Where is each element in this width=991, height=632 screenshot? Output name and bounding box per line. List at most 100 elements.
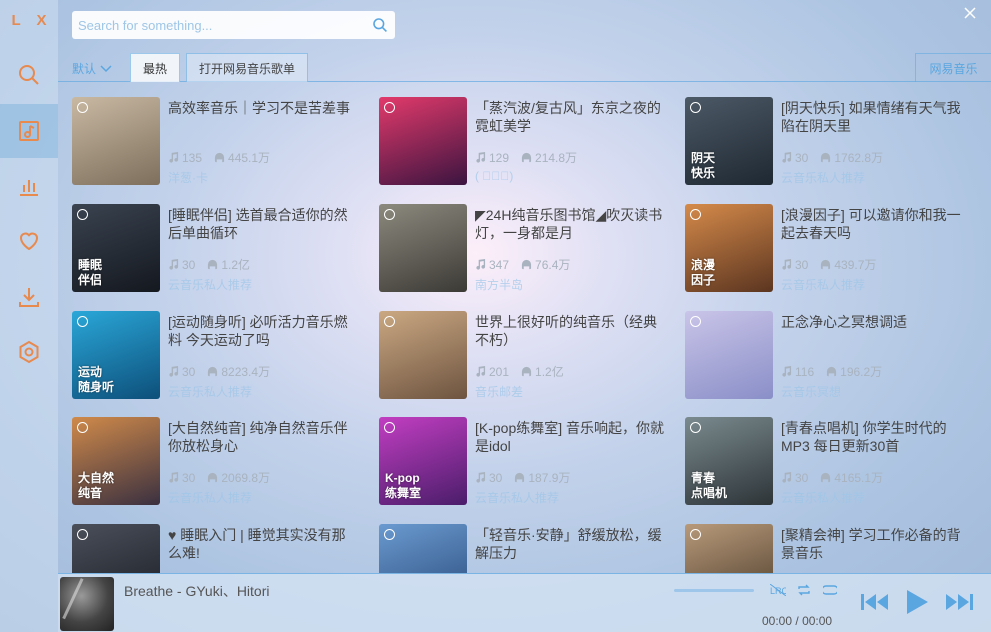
now-playing-cover[interactable]	[60, 577, 114, 631]
nav-songlist[interactable]	[0, 104, 58, 158]
tab-hot[interactable]: 最热	[130, 53, 181, 82]
repeat-mode-button[interactable]	[796, 583, 812, 597]
play-button[interactable]	[904, 588, 930, 621]
playlist-author[interactable]: 洋葱·卡	[168, 169, 208, 186]
playlist-title[interactable]: [浪漫因子] 可以邀请你和我一起去春天吗	[781, 206, 971, 242]
nav-download[interactable]	[0, 270, 58, 324]
playlist-cover[interactable]: K-pop 练舞室	[379, 417, 467, 505]
next-button[interactable]	[944, 591, 974, 618]
search-icon	[373, 18, 387, 32]
song-count-value: 347	[489, 257, 510, 272]
playlist-author[interactable]: 云音乐私人推荐	[781, 489, 865, 506]
playlist-cover[interactable]: 运动 随身听	[72, 311, 160, 399]
netease-logo-icon	[690, 102, 701, 113]
playlist-cover[interactable]	[379, 97, 467, 185]
playlist-card[interactable]: [聚精会神] 学习工作必备的背景音乐	[685, 524, 975, 573]
playlist-card[interactable]: 高效率音乐｜学习不是苦差事 135 445.1万 洋葱·卡	[72, 97, 362, 185]
playlist-cover[interactable]	[72, 524, 160, 573]
search-input[interactable]	[72, 17, 365, 33]
playlist-title[interactable]: [K-pop练舞室] 音乐响起，你就是idol	[475, 419, 665, 455]
song-count-value: 30	[795, 150, 809, 165]
playlist-card[interactable]: 睡眠 伴侣 [睡眠伴侣] 选首最合适你的然后单曲循环 30 1.2亿 云音乐私人推…	[72, 204, 362, 292]
playlist-card[interactable]: 大自然 纯音 [大自然纯音] 纯净自然音乐伴你放松身心 30 2069.8万 云音…	[72, 417, 362, 505]
playlist-title[interactable]: ◤24H纯音乐图书馆◢吹灭读书灯，一身都是月	[475, 206, 665, 242]
playlist-cover[interactable]	[379, 311, 467, 399]
source-tab[interactable]: 网易音乐	[915, 53, 991, 82]
playlist-title[interactable]: 世界上很好听的纯音乐（经典不朽）	[475, 313, 665, 349]
playlist-author[interactable]: 云音乐私人推荐	[781, 276, 865, 293]
song-count: 129	[475, 149, 509, 166]
playlist-title[interactable]: ♥ 睡眠入门 | 睡觉其实没有那么难!	[168, 526, 358, 562]
playlist-cover[interactable]	[72, 97, 160, 185]
sort-select[interactable]: 默认	[72, 60, 112, 77]
playlist-card[interactable]: ♥ 睡眠入门 | 睡觉其实没有那么难!	[72, 524, 362, 573]
playlist-card[interactable]: 青春 点唱机 [青春点唱机] 你学生时代的MP3 每日更新30首 30 4165.…	[685, 417, 975, 505]
time-current: 00:00	[762, 614, 793, 628]
playlist-author[interactable]: 云音乐私人推荐	[781, 169, 865, 186]
playlist-card[interactable]: 浪漫 因子 [浪漫因子] 可以邀请你和我一起去春天吗 30 439.7万 云音乐私…	[685, 204, 975, 292]
tab-open-playlist[interactable]: 打开网易音乐歌单	[186, 53, 309, 82]
cover-text: 睡眠 伴侣	[78, 258, 103, 287]
playlist-cover[interactable]	[379, 204, 467, 292]
playlist-card[interactable]: K-pop 练舞室 [K-pop练舞室] 音乐响起，你就是idol 30 187.…	[379, 417, 669, 505]
playlist-cover[interactable]	[379, 524, 467, 573]
netease-logo-icon	[77, 102, 88, 113]
cover-text: 阴天 快乐	[691, 151, 716, 180]
playlist-author[interactable]: 云音乐私人推荐	[475, 489, 559, 506]
nav-favorites[interactable]	[0, 214, 58, 268]
sort-label: 默认	[72, 62, 97, 76]
playlist-card[interactable]: 「轻音乐·安静」舒缓放松，缓解压力	[379, 524, 669, 573]
playlist-cover[interactable]: 睡眠 伴侣	[72, 204, 160, 292]
playlist-cover[interactable]: 浪漫 因子	[685, 204, 773, 292]
playlist-cover[interactable]	[685, 311, 773, 399]
playlist-card[interactable]: 运动 随身听 [运动随身听] 必听活力音乐燃料 今天运动了吗 30 8223.4万…	[72, 311, 362, 399]
playlist-author[interactable]: 云音乐私人推荐	[168, 489, 252, 506]
lyric-toggle-button[interactable]: LRC	[770, 583, 786, 597]
playlist-title[interactable]: [青春点唱机] 你学生时代的MP3 每日更新30首	[781, 419, 971, 455]
headphones-icon	[214, 152, 225, 163]
playlist-cover[interactable]: 大自然 纯音	[72, 417, 160, 505]
playlist-title[interactable]: [运动随身听] 必听活力音乐燃料 今天运动了吗	[168, 313, 358, 349]
playlist-title[interactable]: [聚精会神] 学习工作必备的背景音乐	[781, 526, 971, 562]
playlist-title[interactable]: 「蒸汽波/复古风」东京之夜的霓虹美学	[475, 99, 665, 135]
song-count: 347	[475, 256, 509, 273]
playlist-title[interactable]: [阴天快乐] 如果情绪有天气我陷在阴天里	[781, 99, 971, 135]
playlist-stats: 30 8223.4万	[168, 363, 270, 380]
playlist-title[interactable]: [大自然纯音] 纯净自然音乐伴你放松身心	[168, 419, 358, 455]
playlist-cover[interactable]	[685, 524, 773, 573]
playlist-title[interactable]: [睡眠伴侣] 选首最合适你的然后单曲循环	[168, 206, 358, 242]
search-button[interactable]	[365, 11, 395, 39]
playlist-card[interactable]: ◤24H纯音乐图书馆◢吹灭读书灯，一身都是月 347 76.4万 南方半岛	[379, 204, 669, 292]
playlist-cover[interactable]: 青春 点唱机	[685, 417, 773, 505]
close-button[interactable]	[963, 6, 977, 20]
playlist-card[interactable]: 阴天 快乐 [阴天快乐] 如果情绪有天气我陷在阴天里 30 1762.8万 云音乐…	[685, 97, 975, 185]
playlist-author[interactable]: 云音乐冥想	[781, 383, 841, 400]
playlist-card[interactable]: 世界上很好听的纯音乐（经典不朽） 201 1.2亿 音乐邮差	[379, 311, 669, 399]
nav-leaderboard[interactable]	[0, 159, 58, 213]
playlist-card[interactable]: 「蒸汽波/复古风」东京之夜的霓虹美学 129 214.8万 ( ﾟ∀ﾟ)	[379, 97, 669, 185]
playlist-author[interactable]: ( ﾟ∀ﾟ)	[475, 169, 513, 183]
song-count-value: 30	[182, 257, 196, 272]
nav-settings[interactable]	[0, 325, 58, 379]
playlist-grid: 高效率音乐｜学习不是苦差事 135 445.1万 洋葱·卡 「蒸汽波/复古风」东京…	[72, 97, 984, 573]
song-count: 116	[781, 363, 814, 380]
nav-search[interactable]	[0, 48, 58, 102]
playlist-stats: 30 2069.8万	[168, 469, 270, 486]
playlist-author[interactable]: 云音乐私人推荐	[168, 276, 252, 293]
playlist-stats: 201 1.2亿	[475, 363, 564, 380]
playlist-title[interactable]: 正念净心之冥想调适	[781, 313, 971, 331]
playback-time: 00:00 / 00:00	[762, 614, 832, 628]
playlist-author[interactable]: 云音乐私人推荐	[168, 383, 252, 400]
minimize-button[interactable]	[939, 6, 953, 20]
playlist-author[interactable]: 音乐邮差	[475, 383, 523, 400]
progress-bar[interactable]	[674, 589, 754, 592]
now-playing-title[interactable]: Breathe - GYuki、Hitori	[124, 581, 270, 601]
playlist-card[interactable]: 正念净心之冥想调适 116 196.2万 云音乐冥想	[685, 311, 975, 399]
playlist-cover[interactable]: 阴天 快乐	[685, 97, 773, 185]
headphones-icon	[208, 366, 218, 377]
playlist-button[interactable]	[822, 583, 838, 597]
playlist-title[interactable]: 「轻音乐·安静」舒缓放松，缓解压力	[475, 526, 665, 562]
playlist-title[interactable]: 高效率音乐｜学习不是苦差事	[168, 99, 358, 117]
previous-button[interactable]	[860, 591, 890, 618]
playlist-author[interactable]: 南方半岛	[475, 276, 523, 293]
